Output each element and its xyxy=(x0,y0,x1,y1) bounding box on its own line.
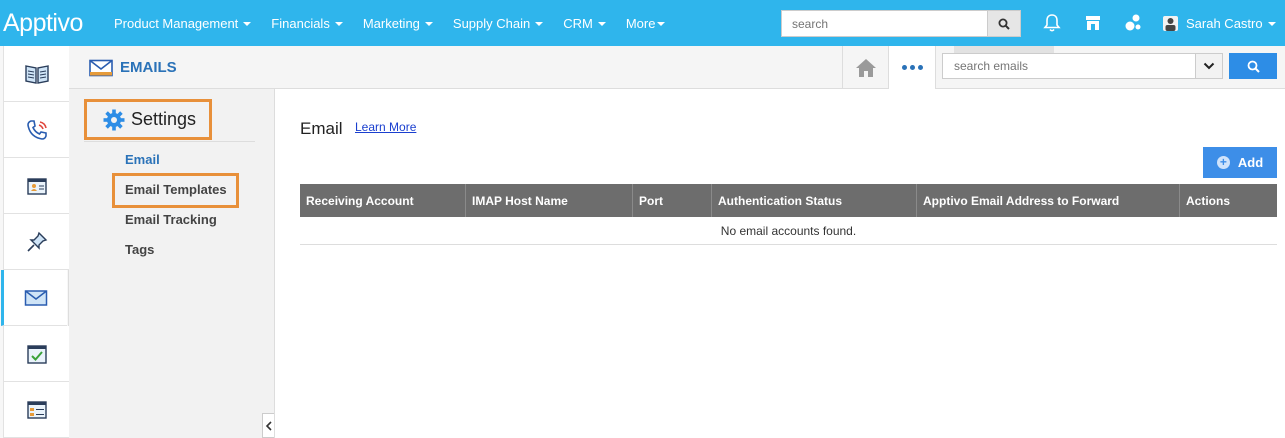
column-header[interactable]: Receiving Account xyxy=(300,184,466,217)
form-list-icon xyxy=(26,400,47,419)
rail-item-pins[interactable] xyxy=(3,214,69,270)
rail-item-emails[interactable] xyxy=(1,270,67,326)
menu-label: Supply Chain xyxy=(452,15,531,31)
column-header[interactable]: Authentication Status xyxy=(712,184,917,217)
caret-down-icon xyxy=(597,21,606,26)
apps-icon xyxy=(1125,14,1141,31)
divider xyxy=(84,141,255,142)
notifications-button[interactable] xyxy=(1040,11,1064,35)
settings-title: Settings xyxy=(131,109,197,129)
caret-down-icon xyxy=(1267,21,1276,26)
settings-link-email-templates[interactable]: Email Templates xyxy=(125,182,227,197)
settings-sidebar: Settings Email Email Templates Email Tra… xyxy=(69,89,275,438)
chevron-down-icon xyxy=(1203,62,1215,70)
envelope-icon xyxy=(24,289,47,306)
settings-link-email-tracking[interactable]: Email Tracking xyxy=(125,212,217,227)
calendar-check-icon xyxy=(26,344,47,364)
app-header-bar: EMAILS Search xyxy=(69,46,1285,89)
app-title-label: EMAILS xyxy=(120,59,177,76)
settings-header: Settings xyxy=(84,99,212,140)
menu-label: More xyxy=(625,15,656,31)
user-avatar-icon xyxy=(1163,15,1178,31)
more-dots-icon xyxy=(900,65,924,70)
column-header[interactable]: IMAP Host Name xyxy=(466,184,633,217)
user-menu[interactable]: Sarah Castro xyxy=(1163,0,1276,46)
add-button[interactable]: + Add xyxy=(1203,147,1277,178)
caret-down-icon xyxy=(334,21,343,26)
global-search-button[interactable] xyxy=(987,10,1021,37)
table-header: Receiving Account IMAP Host Name Port Au… xyxy=(300,184,1277,217)
phone-icon xyxy=(26,119,47,140)
rail-item-notes[interactable] xyxy=(3,46,69,102)
notebook-icon xyxy=(24,64,49,84)
store-icon xyxy=(1086,16,1100,30)
settings-link-tags[interactable]: Tags xyxy=(125,242,154,257)
search-filter-dropdown[interactable] xyxy=(1195,53,1223,79)
store-button[interactable] xyxy=(1081,11,1105,35)
home-button[interactable] xyxy=(842,46,888,89)
menu-supply-chain[interactable]: Supply Chain xyxy=(452,15,544,31)
more-options-button[interactable] xyxy=(888,46,936,89)
menu-label: Financials xyxy=(271,15,330,31)
menu-more[interactable]: More xyxy=(626,16,666,31)
caret-down-icon xyxy=(243,21,252,26)
column-header: Actions xyxy=(1186,193,1231,208)
menu-label: Product Management xyxy=(114,15,239,31)
pin-icon xyxy=(26,231,47,252)
menu-marketing[interactable]: Marketing xyxy=(363,16,433,31)
email-accounts-table: Receiving Account IMAP Host Name Port Au… xyxy=(300,184,1277,245)
email-search-button[interactable] xyxy=(1229,53,1277,79)
rail-item-forms[interactable] xyxy=(3,382,69,438)
email-search-input[interactable] xyxy=(942,53,1196,79)
empty-table-message: No email accounts found. xyxy=(300,217,1277,245)
rail-item-contacts[interactable] xyxy=(3,158,69,214)
menu-product-management[interactable]: Product Management xyxy=(114,15,252,31)
menu-label: Marketing xyxy=(362,15,420,31)
learn-more-link[interactable]: Learn More xyxy=(355,120,416,134)
envelope-icon xyxy=(89,59,113,76)
gear-icon xyxy=(103,109,125,130)
app-title: EMAILS xyxy=(89,46,177,89)
app-icon-rail xyxy=(0,46,69,438)
sidebar-collapse-toggle[interactable] xyxy=(262,413,274,438)
page-title: Email xyxy=(300,119,343,138)
search-icon xyxy=(1247,60,1260,73)
rail-item-tasks[interactable] xyxy=(3,326,69,382)
add-button-label: Add xyxy=(1237,155,1264,170)
contact-card-icon xyxy=(26,177,47,195)
main-menu: Product Management Financials Marketing … xyxy=(114,0,685,46)
home-icon xyxy=(855,58,876,77)
rail-item-calls[interactable] xyxy=(3,102,69,158)
chevron-left-icon xyxy=(265,420,272,431)
menu-financials[interactable]: Financials xyxy=(271,16,343,31)
menu-crm[interactable]: CRM xyxy=(563,16,606,31)
search-icon xyxy=(998,18,1010,30)
caret-down-icon xyxy=(657,21,666,26)
caret-down-icon xyxy=(424,21,433,26)
column-header[interactable]: Port xyxy=(633,184,712,217)
top-navigation-bar: Apptivo Product Management Financials Ma… xyxy=(0,0,1285,46)
apptivo-logo[interactable]: Apptivo xyxy=(3,9,83,38)
apps-button[interactable] xyxy=(1121,11,1145,35)
bell-icon xyxy=(1043,14,1061,32)
column-header[interactable]: Apptivo Email Address to Forward xyxy=(917,184,1180,217)
caret-down-icon xyxy=(535,21,544,26)
plus-icon: + xyxy=(1216,156,1230,169)
global-search-input[interactable] xyxy=(781,10,988,37)
menu-label: CRM xyxy=(563,15,593,31)
settings-link-email[interactable]: Email xyxy=(125,152,160,167)
user-name: Sarah Castro xyxy=(1186,15,1263,31)
